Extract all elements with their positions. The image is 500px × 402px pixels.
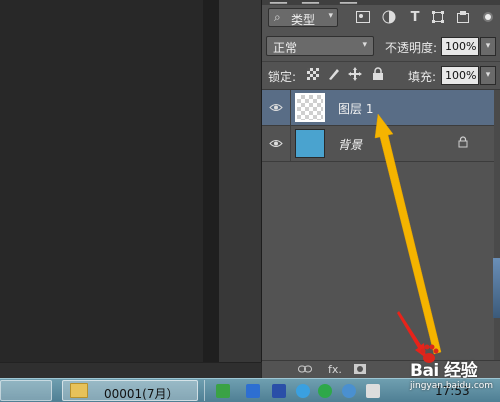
layer-name[interactable]: 背景 — [338, 136, 362, 153]
panel-tabs[interactable]: ▁▁ ▁▁ ▁▁ — [262, 0, 500, 5]
lock-image-pixels-icon[interactable] — [327, 67, 341, 81]
tray-app-icon[interactable] — [272, 384, 286, 398]
tray-app-icon[interactable] — [216, 384, 230, 398]
tray-app-icon[interactable] — [342, 384, 356, 398]
fill-dropdown-button[interactable]: ▾ — [480, 66, 496, 85]
canvas-scrollbar[interactable] — [203, 0, 219, 362]
fill-label: 填充: — [408, 70, 437, 84]
tray-app-icon[interactable] — [366, 384, 380, 398]
layers-panel — [262, 0, 500, 378]
blend-mode-select[interactable]: 正常 ▾ — [266, 36, 374, 56]
fx-icon[interactable]: fx. — [327, 362, 343, 376]
lock-label: 锁定: — [268, 70, 297, 84]
blend-mode-value: 正常 — [273, 41, 298, 55]
divider — [262, 61, 500, 62]
taskbar-folder-label: 00001(7月） — [104, 387, 179, 401]
chevron-down-icon: ▾ — [362, 40, 367, 50]
layer-row-background[interactable]: 背景 — [262, 126, 494, 162]
watermark-brand: Bai 经验 — [410, 361, 478, 381]
histogram-edge — [493, 258, 500, 318]
filter-label: 类型 — [291, 13, 316, 27]
layer-filter-select[interactable]: ⌕ 类型 ▾ — [268, 8, 338, 27]
taskbar-item[interactable] — [0, 380, 52, 401]
filter-pixel-icon[interactable] — [355, 9, 371, 25]
tray-app-icon[interactable] — [318, 384, 332, 398]
layer-thumbnail[interactable] — [295, 93, 325, 122]
tray-app-icon[interactable] — [296, 384, 310, 398]
eye-icon — [269, 104, 283, 111]
opacity-label: 不透明度: — [385, 41, 438, 55]
status-bar — [0, 362, 261, 379]
tab-layers[interactable]: ▁▁ — [270, 0, 287, 4]
filter-type-icon[interactable]: T — [407, 9, 423, 25]
opacity-input[interactable]: 100% — [441, 37, 479, 56]
filter-shape-icon[interactable] — [430, 9, 446, 25]
filter-toggle-icon[interactable] — [480, 9, 496, 25]
add-mask-icon[interactable] — [352, 362, 368, 376]
lock-position-icon[interactable] — [348, 67, 362, 81]
tray-app-icon[interactable] — [246, 384, 260, 398]
tab-channels[interactable]: ▁▁ — [302, 0, 319, 4]
visibility-toggle[interactable] — [262, 90, 291, 125]
canvas-area[interactable] — [0, 0, 203, 362]
folder-icon — [70, 383, 88, 398]
lock-icon — [458, 136, 468, 151]
chevron-down-icon: ▾ — [328, 11, 333, 21]
lock-all-icon[interactable] — [371, 67, 385, 81]
filter-adjustment-icon[interactable] — [381, 9, 397, 25]
divider — [204, 380, 205, 401]
link-layers-icon[interactable] — [297, 362, 313, 376]
layer-row-layer1[interactable]: 图层 1 — [262, 90, 494, 126]
watermark-url: jingyan.baidu.com — [410, 381, 494, 391]
eye-icon — [269, 140, 283, 147]
lock-transparent-pixels-icon[interactable] — [306, 67, 320, 81]
layers-scrollbar[interactable] — [494, 90, 500, 360]
search-icon: ⌕ — [274, 10, 281, 24]
panel-dock-gap — [219, 0, 262, 362]
opacity-dropdown-button[interactable]: ▾ — [480, 37, 496, 56]
tab-paths[interactable]: ▁▁ — [340, 0, 357, 4]
layer-name[interactable]: 图层 1 — [338, 100, 373, 117]
layer-thumbnail[interactable] — [295, 129, 325, 158]
filter-smart-object-icon[interactable] — [455, 9, 471, 25]
visibility-toggle[interactable] — [262, 126, 291, 161]
fill-input[interactable]: 100% — [441, 66, 479, 85]
